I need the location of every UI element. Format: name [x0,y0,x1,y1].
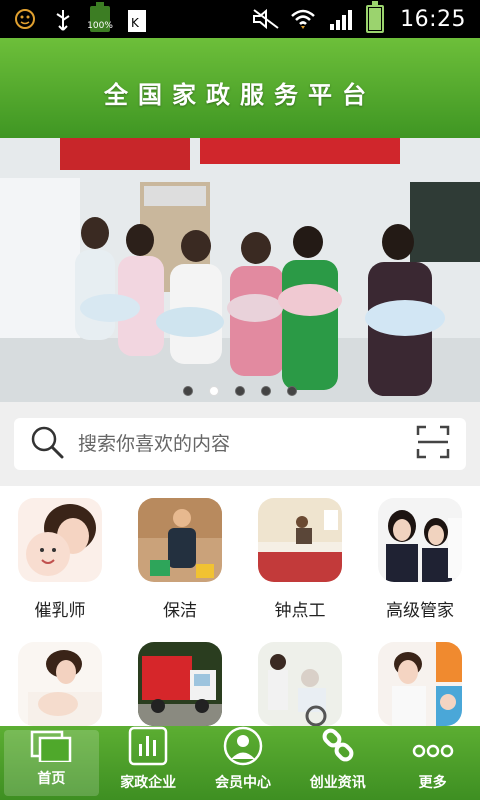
nav-home[interactable]: 首页 [4,730,99,796]
category-item-7[interactable] [240,630,360,726]
link-icon [322,728,354,762]
battery-icon [366,1,385,33]
carousel-indicator [0,386,480,396]
category-cleaning[interactable]: 保洁 [120,486,240,630]
status-bar: 100% K 16:25 [0,0,480,38]
hourly-worker-thumb [258,498,342,582]
category-item-5[interactable] [0,630,120,726]
chart-icon [128,726,168,766]
nav-startup-news[interactable]: 创业资讯 [290,726,385,800]
face-icon [14,8,36,30]
carousel-dot[interactable] [235,386,245,396]
scan-icon[interactable] [416,425,450,463]
mother-baby-thumb [18,642,102,726]
nav-label: 创业资讯 [309,775,366,791]
moving-truck-thumb [138,642,222,726]
carousel-dot[interactable] [261,386,271,396]
category-item-8[interactable] [360,630,480,726]
app-header: 全国家政服务平台 [0,38,480,138]
nav-label: 会员中心 [214,775,271,791]
svg-text:K: K [131,16,140,30]
more-icon [412,744,453,758]
carousel-dot-active[interactable] [209,386,219,396]
category-item-6[interactable] [120,630,240,726]
category-lactation[interactable]: 催乳师 [0,486,120,630]
search-bar[interactable] [14,418,466,470]
mute-icon [252,8,279,30]
wifi-icon [290,8,315,30]
child-care-thumb [378,642,462,726]
banner-photo [0,138,480,402]
search-section [0,402,480,486]
usb-icon [52,8,74,31]
nav-label: 更多 [418,775,447,791]
category-label: 钟点工 [274,601,326,621]
elder-care-thumb [258,642,342,726]
home-icon [31,730,72,762]
bottom-nav: 首页 家政企业 会员中心 创业资讯 更多 [0,726,480,800]
document-icon: K [126,8,148,32]
nav-companies[interactable]: 家政企业 [101,726,196,800]
user-icon [223,726,263,766]
butler-thumb [378,498,462,582]
search-input[interactable] [78,433,416,455]
battery-small-icon: 100% [87,2,113,32]
category-label: 保洁 [163,601,197,621]
category-butler[interactable]: 高级管家 [360,486,480,630]
nav-member-center[interactable]: 会员中心 [196,726,291,800]
search-icon[interactable] [30,425,64,463]
category-label: 催乳师 [34,601,86,621]
cleaning-thumb [138,498,222,582]
category-grid: 催乳师 保洁 钟点工 高级管家 [0,486,480,726]
carousel-dot[interactable] [183,386,193,396]
lactation-thumb [18,498,102,582]
nav-label: 首页 [37,771,66,787]
page-title: 全国家政服务平台 [104,79,376,109]
signal-icon [328,8,353,30]
nav-more[interactable]: 更多 [385,726,480,800]
carousel-dot[interactable] [287,386,297,396]
banner-carousel[interactable] [0,138,480,402]
category-label: 高级管家 [386,601,454,621]
clock: 16:25 [400,6,466,32]
category-hourly-worker[interactable]: 钟点工 [240,486,360,630]
nav-label: 家政企业 [120,775,177,791]
